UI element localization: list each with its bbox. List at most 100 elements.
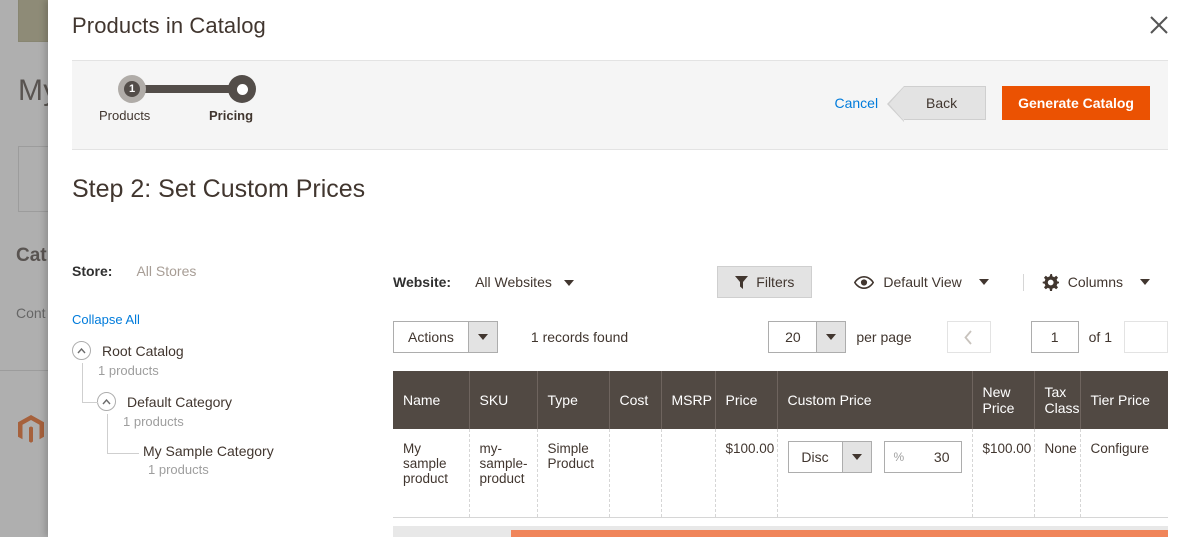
stepper-node-pricing[interactable] xyxy=(228,75,256,103)
filters-button[interactable]: Filters xyxy=(717,266,813,298)
chevron-down-icon xyxy=(563,280,574,287)
tree-node-label[interactable]: Root Catalog xyxy=(102,343,184,359)
column-header-type[interactable]: Type xyxy=(537,371,610,429)
default-view-dropdown[interactable]: Default View xyxy=(836,274,1006,290)
category-tree-panel: Store: All Stores Collapse All Root Cata… xyxy=(72,263,372,477)
cell-tax-class: None xyxy=(1034,429,1081,518)
custom-price-amount-input[interactable] xyxy=(907,448,952,466)
wizard-step-band: 1 Products Pricing Cancel Back Generate … xyxy=(72,60,1168,150)
column-header-custom-price[interactable]: Custom Price xyxy=(777,371,973,429)
chevron-down-icon xyxy=(826,334,837,340)
generate-catalog-button[interactable]: Generate Catalog xyxy=(1002,86,1150,120)
website-filter-select[interactable]: All Websites xyxy=(475,274,574,290)
close-icon[interactable] xyxy=(1142,8,1176,42)
collapse-all-link[interactable]: Collapse All xyxy=(72,312,140,327)
stepper-node-pricing-dot xyxy=(236,83,248,95)
column-header-price[interactable]: Price xyxy=(715,371,778,429)
table-row: My sample product my-sample-product Simp… xyxy=(393,429,1168,518)
tree-node-label[interactable]: Default Category xyxy=(127,394,232,410)
cell-tier-price-configure[interactable]: Configure xyxy=(1080,429,1168,518)
modal-header-actions: Cancel Back Generate Catalog xyxy=(834,86,1150,122)
cell-new-price: $100.00 xyxy=(972,429,1035,518)
cell-price: $100.00 xyxy=(715,429,778,518)
actions-button[interactable]: Actions xyxy=(393,321,468,353)
back-button[interactable]: Back xyxy=(887,86,987,122)
stepper-connector xyxy=(131,85,241,93)
tree-node-my-sample-category: My Sample Category 1 products xyxy=(107,414,372,477)
step-title: Step 2: Set Custom Prices xyxy=(72,175,366,203)
cell-msrp xyxy=(661,429,716,518)
products-grid-panel: Website: All Websites Filters Default Vi… xyxy=(393,263,1168,537)
column-header-tax-class[interactable]: Tax Class xyxy=(1034,371,1081,429)
per-page-dropdown-toggle[interactable] xyxy=(816,321,847,353)
horizontal-scrollbar-thumb[interactable] xyxy=(511,529,1168,537)
chevron-down-icon xyxy=(978,279,989,285)
tree-connector xyxy=(107,453,139,454)
records-found-text: 1 records found xyxy=(530,329,629,345)
column-header-cost[interactable]: Cost xyxy=(609,371,662,429)
columns-label: Columns xyxy=(1067,274,1123,290)
funnel-icon xyxy=(735,275,749,289)
store-filter-value[interactable]: All Stores xyxy=(136,263,196,279)
stepper-node-products-number: 1 xyxy=(124,81,140,97)
per-page-label: per page xyxy=(856,329,912,345)
column-header-sku[interactable]: SKU xyxy=(469,371,538,429)
cancel-button[interactable]: Cancel xyxy=(834,95,878,111)
columns-dropdown[interactable]: Columns xyxy=(1022,273,1168,291)
custom-price-mode-toggle[interactable] xyxy=(841,441,872,473)
per-page-input[interactable] xyxy=(768,321,817,353)
previous-page-button[interactable] xyxy=(946,321,991,353)
actions-dropdown-toggle[interactable] xyxy=(467,321,498,353)
next-page-button[interactable] xyxy=(1124,321,1168,353)
tree-node-label[interactable]: My Sample Category xyxy=(143,443,274,459)
wizard-stepper: 1 Products Pricing xyxy=(99,75,302,135)
chevron-left-icon xyxy=(964,329,972,345)
tree-node-count: 1 products xyxy=(123,414,184,429)
website-filter-label: Website: xyxy=(393,274,452,290)
tree-connector xyxy=(107,414,108,453)
chevron-up-icon[interactable] xyxy=(72,341,91,360)
website-filter-value: All Websites xyxy=(475,274,552,290)
stepper-label-products: Products xyxy=(99,108,151,123)
grid-view-controls: Filters Default View Columns xyxy=(717,266,1168,298)
grid-toolbar-primary: Website: All Websites Filters Default Vi… xyxy=(393,263,1168,301)
store-filter: Store: All Stores xyxy=(72,263,372,279)
products-grid: Name SKU Type Cost MSRP Price Custom Pri… xyxy=(393,371,1168,537)
tree-node-count: 1 products xyxy=(98,363,159,378)
chevron-down-icon xyxy=(477,334,488,340)
category-tree: Root Catalog 1 products Default Category… xyxy=(72,341,372,477)
cell-custom-price: Disc % xyxy=(777,429,973,518)
custom-price-mode-select: Disc xyxy=(787,441,872,473)
column-header-tier-price[interactable]: Tier Price xyxy=(1080,371,1168,429)
chevron-right-icon xyxy=(1142,330,1151,345)
modal-body: Step 2: Set Custom Prices Store: All Sto… xyxy=(48,175,1192,537)
grid-pager: per page of 1 xyxy=(768,321,1168,353)
stepper-label-pricing: Pricing xyxy=(209,108,254,123)
chevron-up-icon[interactable] xyxy=(97,392,116,411)
grid-toolbar-secondary: Actions 1 records found per page xyxy=(393,311,1168,363)
cell-type: Simple Product xyxy=(537,429,610,518)
column-header-name[interactable]: Name xyxy=(393,371,470,429)
cell-name: My sample product xyxy=(393,429,470,518)
filters-label: Filters xyxy=(756,274,795,290)
grid-header-row: Name SKU Type Cost MSRP Price Custom Pri… xyxy=(393,371,1168,429)
default-view-label: Default View xyxy=(883,274,962,290)
eye-icon xyxy=(854,275,875,289)
custom-price-amount-field[interactable]: % xyxy=(883,441,962,473)
tree-node-count: 1 products xyxy=(148,462,209,477)
actions-split-button: Actions xyxy=(393,321,498,353)
custom-price-mode-value[interactable]: Disc xyxy=(787,441,842,473)
chevron-down-icon xyxy=(851,454,862,460)
tree-node-default-category: Default Category 1 products xyxy=(82,363,372,429)
current-page-input[interactable] xyxy=(1030,321,1079,353)
stepper-node-products[interactable]: 1 xyxy=(118,75,146,103)
tree-node-root-catalog: Root Catalog 1 products xyxy=(72,341,372,378)
column-header-new-price[interactable]: New Price xyxy=(972,371,1035,429)
products-in-catalog-modal: Products in Catalog 1 Products Pricing C… xyxy=(48,0,1192,537)
cell-cost xyxy=(609,429,662,518)
tree-connector xyxy=(82,402,98,403)
modal-header: Products in Catalog xyxy=(48,0,1192,60)
per-page-select xyxy=(768,321,847,353)
horizontal-scrollbar[interactable] xyxy=(393,525,1168,537)
column-header-msrp[interactable]: MSRP xyxy=(661,371,716,429)
